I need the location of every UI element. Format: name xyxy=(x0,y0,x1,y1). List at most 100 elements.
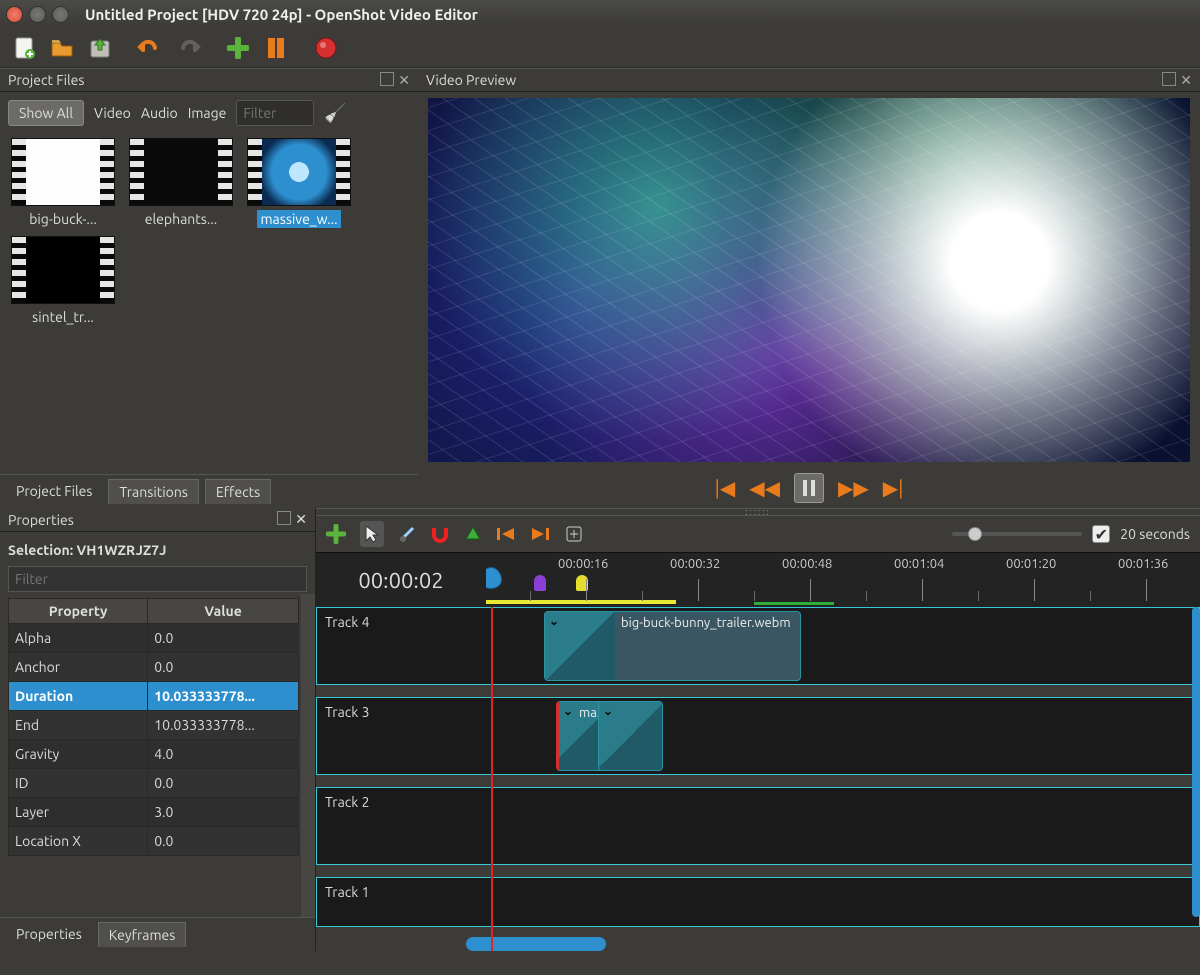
property-row: Anchor0.0 xyxy=(9,653,299,682)
snapping-button[interactable] xyxy=(430,524,450,544)
tab-properties[interactable]: Properties xyxy=(6,922,92,947)
import-files-button[interactable] xyxy=(222,32,254,64)
project-files-thumbnails: big-buck-... elephants... massive_w... s… xyxy=(0,134,418,474)
properties-title: Properties xyxy=(8,512,74,528)
razor-tool-button[interactable] xyxy=(398,525,416,543)
transport-controls: |◀ ◀◀ ▶▶ ▶| xyxy=(418,468,1200,508)
zoom-slider[interactable] xyxy=(952,532,1082,536)
project-files-tabbar: Project Files Transitions Effects xyxy=(0,474,418,508)
window-close-button[interactable] xyxy=(6,6,23,23)
ruler-tick-label: 00:01:04 xyxy=(894,557,944,571)
jump-start-button[interactable]: |◀ xyxy=(714,476,735,500)
property-row: Duration10.033333778... xyxy=(9,682,299,711)
ruler-tick-label: 00:00:32 xyxy=(670,557,720,571)
clear-filter-icon[interactable]: 🧹 xyxy=(324,103,346,124)
window-minimize-button[interactable] xyxy=(29,6,46,23)
save-project-button[interactable] xyxy=(84,32,116,64)
track-row[interactable]: ⌄ ma... ⌄ xyxy=(486,697,1200,775)
dock-close-icon[interactable]: ✕ xyxy=(295,511,307,528)
file-thumb[interactable]: elephants... xyxy=(126,138,236,228)
file-thumb[interactable]: big-buck-... xyxy=(8,138,118,228)
property-row: End10.033333778... xyxy=(9,711,299,740)
pointer-tool-button[interactable] xyxy=(360,521,384,547)
add-track-button[interactable] xyxy=(326,524,346,544)
file-thumb-label: elephants... xyxy=(142,210,220,228)
timeline-clip[interactable]: ⌄ xyxy=(598,701,663,771)
project-files-header: Project Files ✕ xyxy=(0,68,418,92)
timeline-clip[interactable]: ⌄ big-buck-bunny_trailer.webm xyxy=(544,611,801,681)
file-thumb[interactable]: massive_w... xyxy=(244,138,354,228)
undo-button[interactable] xyxy=(134,32,166,64)
file-thumb-label: big-buck-... xyxy=(26,210,100,228)
filter-input[interactable] xyxy=(236,100,314,126)
dock-close-icon[interactable]: ✕ xyxy=(398,72,410,89)
tab-effects[interactable]: Effects xyxy=(205,479,271,504)
add-marker-button[interactable] xyxy=(464,525,482,543)
filter-video[interactable]: Video xyxy=(94,105,131,121)
playhead-line[interactable] xyxy=(491,607,493,951)
tab-transitions[interactable]: Transitions xyxy=(108,479,198,504)
track-header[interactable]: Track 2 xyxy=(316,787,486,865)
next-marker-button[interactable] xyxy=(530,526,550,542)
track-row[interactable] xyxy=(486,787,1200,865)
zoom-lock-checkbox[interactable]: ✔ xyxy=(1092,525,1110,543)
properties-header: Properties ✕ xyxy=(0,508,315,532)
window-title: Untitled Project [HDV 720 24p] - OpenSho… xyxy=(85,6,478,23)
ruler-tick-label: 00:00:16 xyxy=(558,557,608,571)
track-header[interactable]: Track 1 xyxy=(316,877,486,927)
tab-project-files[interactable]: Project Files xyxy=(6,479,102,504)
marker-icon[interactable] xyxy=(534,575,546,591)
project-files-filter-row: Show All Video Audio Image 🧹 xyxy=(0,92,418,134)
timeline-tracks[interactable]: Track 4 Track 3 Track 2 Track 1 ⌄ big-bu… xyxy=(316,607,1200,951)
properties-table[interactable]: Property Value Alpha0.0 Anchor0.0 Durati… xyxy=(8,598,299,917)
profile-button[interactable] xyxy=(260,32,292,64)
property-row: Gravity4.0 xyxy=(9,740,299,769)
export-video-button[interactable] xyxy=(310,32,342,64)
center-playhead-button[interactable] xyxy=(564,524,584,544)
fast-forward-button[interactable]: ▶▶ xyxy=(838,476,869,500)
playhead-icon[interactable] xyxy=(486,567,502,589)
timeline-ruler[interactable]: 00:00:02 00:00:16 00:00:32 00:00:48 00:0… xyxy=(316,552,1200,607)
filter-show-all[interactable]: Show All xyxy=(8,100,84,126)
main-toolbar xyxy=(0,28,1200,68)
timeline-horizontal-scrollbar[interactable] xyxy=(466,937,606,951)
clip-menu-icon[interactable]: ⌄ xyxy=(603,704,613,718)
track-header[interactable]: Track 3 xyxy=(316,697,486,775)
properties-col-value[interactable]: Value xyxy=(148,599,299,624)
clip-menu-icon[interactable]: ⌄ xyxy=(549,614,559,628)
tab-keyframes[interactable]: Keyframes xyxy=(98,922,187,947)
splitter-handle[interactable]: :::::: xyxy=(316,508,1200,516)
project-files-title: Project Files xyxy=(8,72,84,88)
properties-scrollbar[interactable] xyxy=(301,594,315,917)
filter-audio[interactable]: Audio xyxy=(141,105,178,121)
track-row[interactable] xyxy=(486,877,1200,927)
ruler-tick-label: 00:01:20 xyxy=(1006,557,1056,571)
filter-image[interactable]: Image xyxy=(188,105,227,121)
timeline-clip[interactable]: ⌄ ma... xyxy=(556,701,604,771)
redo-button[interactable] xyxy=(172,32,204,64)
rewind-button[interactable]: ◀◀ xyxy=(749,476,780,500)
dock-close-icon[interactable]: ✕ xyxy=(1180,72,1192,89)
clip-menu-icon[interactable]: ⌄ xyxy=(563,704,573,718)
window-maximize-button[interactable] xyxy=(52,6,69,23)
dock-float-icon[interactable] xyxy=(1162,72,1176,86)
previous-marker-button[interactable] xyxy=(496,526,516,542)
track-row[interactable]: ⌄ big-buck-bunny_trailer.webm xyxy=(486,607,1200,685)
timeline-vertical-scrollbar[interactable] xyxy=(1192,607,1200,917)
file-thumb[interactable]: sintel_tr... xyxy=(8,236,118,326)
property-row: Alpha0.0 xyxy=(9,624,299,653)
properties-filter-input[interactable] xyxy=(8,566,307,592)
timeline-current-time: 00:00:02 xyxy=(316,553,486,607)
jump-end-button[interactable]: ▶| xyxy=(883,476,904,500)
zoom-label: 20 seconds xyxy=(1120,526,1190,542)
dock-float-icon[interactable] xyxy=(277,511,291,525)
property-row: ID0.0 xyxy=(9,769,299,798)
properties-col-property[interactable]: Property xyxy=(9,599,148,624)
new-project-button[interactable] xyxy=(8,32,40,64)
track-header[interactable]: Track 4 xyxy=(316,607,486,685)
dock-float-icon[interactable] xyxy=(380,72,394,86)
file-thumb-label: massive_w... xyxy=(257,210,340,228)
play-pause-button[interactable] xyxy=(794,473,824,503)
open-project-button[interactable] xyxy=(46,32,78,64)
video-preview-canvas[interactable] xyxy=(428,98,1190,462)
